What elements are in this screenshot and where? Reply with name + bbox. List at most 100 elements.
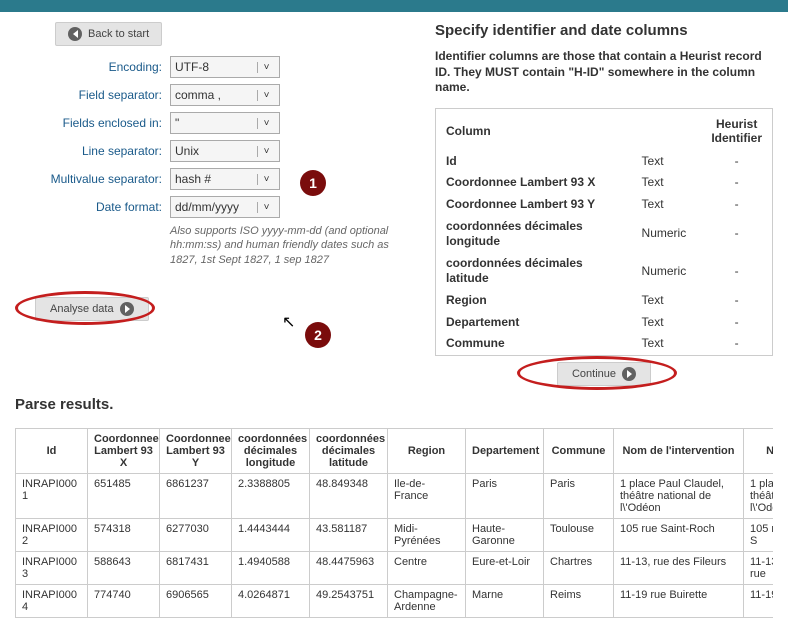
col-type: Text	[632, 312, 702, 334]
field-separator-select[interactable]: comma , ˅	[170, 84, 280, 106]
parse-header-cell: Coordonnee Lambert 93 X	[88, 428, 160, 473]
parse-cell: 105 rue S	[744, 518, 774, 551]
multivalue-separator-label: Multivalue separator:	[15, 172, 170, 186]
parse-results-table: IdCoordonnee Lambert 93 XCoordonnee Lamb…	[15, 428, 773, 618]
col-type: Numeric	[632, 216, 702, 253]
fields-enclosed-label: Fields enclosed in:	[15, 116, 170, 130]
encoding-select[interactable]: UTF-8 ˅	[170, 56, 280, 78]
annotation-marker-2: 2	[305, 322, 331, 348]
parse-cell: 11-13, rue des Fileurs	[614, 551, 744, 584]
encoding-label: Encoding:	[15, 60, 170, 74]
specify-columns-desc: Identifier columns are those that contai…	[435, 49, 773, 96]
parse-cell: Marne	[466, 584, 544, 617]
col-name: coordonnées décimales longitude	[436, 216, 632, 253]
continue-button[interactable]: Continue	[557, 362, 651, 386]
date-format-select[interactable]: dd/mm/yyyy ˅	[170, 196, 280, 218]
parse-header-cell: Region	[388, 428, 466, 473]
fields-enclosed-select[interactable]: " ˅	[170, 112, 280, 134]
line-separator-select[interactable]: Unix ˅	[170, 140, 280, 162]
parse-results-title: Parse results.	[15, 396, 773, 413]
parse-cell: 651485	[88, 473, 160, 518]
col-name: Departement	[436, 312, 632, 334]
field-separator-label: Field separator:	[15, 88, 170, 102]
parse-cell: 48.849348	[310, 473, 388, 518]
parse-header-cell: coordonnées décimales latitude	[310, 428, 388, 473]
col-type: Text	[632, 194, 702, 216]
parse-header-cell: Commune	[544, 428, 614, 473]
parse-cell: 105 rue Saint-Roch	[614, 518, 744, 551]
parse-cell: INRAPI0001	[16, 473, 88, 518]
parse-cell: INRAPI0003	[16, 551, 88, 584]
column-type-row: coordonnées décimales latitudeNumeric-	[436, 253, 772, 290]
chevron-down-icon: ˅	[257, 118, 275, 129]
parse-row: INRAPI000165148568612372.338880548.84934…	[16, 473, 774, 518]
parse-header-cell: No	[744, 428, 774, 473]
forward-arrow-icon	[622, 367, 636, 381]
col-name: coordonnées décimales latitude	[436, 253, 632, 290]
specify-columns-title: Specify identifier and date columns	[435, 22, 773, 39]
parse-cell: 6277030	[160, 518, 232, 551]
parse-cell: 1 place Paul Claudel, théâtre national d…	[614, 473, 744, 518]
parse-header-cell: Departement	[466, 428, 544, 473]
line-separator-label: Line separator:	[15, 144, 170, 158]
continue-label: Continue	[572, 368, 616, 380]
heurist-id-header: Heurist Identifier	[701, 109, 772, 151]
parse-row: INRAPI000358864368174311.494058848.44759…	[16, 551, 774, 584]
parse-cell: 11-19 rue Buirette	[614, 584, 744, 617]
col-hid: -	[701, 333, 772, 355]
parse-cell: 2.3388805	[232, 473, 310, 518]
parse-cell: 6861237	[160, 473, 232, 518]
column-header: Column	[436, 109, 632, 151]
annotation-marker-1: 1	[300, 170, 326, 196]
chevron-down-icon: ˅	[257, 202, 275, 213]
parse-cell: Haute-Garonne	[466, 518, 544, 551]
parse-cell: 774740	[88, 584, 160, 617]
analyse-data-button[interactable]: Analyse data	[35, 297, 149, 321]
chevron-down-icon: ˅	[257, 146, 275, 157]
column-type-row: Coordonnee Lambert 93 XText-	[436, 172, 772, 194]
analyse-label: Analyse data	[50, 303, 114, 315]
parse-cell: 48.4475963	[310, 551, 388, 584]
parse-cell: 1.4443444	[232, 518, 310, 551]
parse-cell: Toulouse	[544, 518, 614, 551]
col-name: Coordonnee Lambert 93 Y	[436, 194, 632, 216]
back-label: Back to start	[88, 28, 149, 40]
column-type-row: IdText-	[436, 151, 772, 173]
multivalue-separator-select[interactable]: hash # ˅	[170, 168, 280, 190]
parse-cell: 574318	[88, 518, 160, 551]
col-type: Text	[632, 172, 702, 194]
parse-cell: 43.581187	[310, 518, 388, 551]
col-hid: -	[701, 172, 772, 194]
parse-cell: 1 place P théâtre n l\'Odéon	[744, 473, 774, 518]
col-name: Commune	[436, 333, 632, 355]
parse-cell: 11-19 rue	[744, 584, 774, 617]
parse-cell: 6906565	[160, 584, 232, 617]
column-type-row: coordonnées décimales longitudeNumeric-	[436, 216, 772, 253]
parse-header-cell: Id	[16, 428, 88, 473]
parse-cell: 49.2543751	[310, 584, 388, 617]
parse-cell: 1.4940588	[232, 551, 310, 584]
date-format-label: Date format:	[15, 200, 170, 214]
parse-cell: 6817431	[160, 551, 232, 584]
col-hid: -	[701, 194, 772, 216]
parse-header-cell: Coordonnee Lambert 93 Y	[160, 428, 232, 473]
date-format-note: Also supports ISO yyyy-mm-dd (and option…	[170, 224, 400, 267]
col-name: Coordonnee Lambert 93 X	[436, 172, 632, 194]
column-type-row: Coordonnee Lambert 93 YText-	[436, 194, 772, 216]
back-to-start-button[interactable]: Back to start	[55, 22, 162, 46]
parse-header-cell: Nom de l'intervention	[614, 428, 744, 473]
col-name: Region	[436, 290, 632, 312]
parse-row: INRAPI000257431862770301.444344443.58118…	[16, 518, 774, 551]
parse-cell: Eure-et-Loir	[466, 551, 544, 584]
col-hid: -	[701, 151, 772, 173]
parse-cell: INRAPI0004	[16, 584, 88, 617]
col-type: Text	[632, 151, 702, 173]
parse-cell: Centre	[388, 551, 466, 584]
cursor-icon: ↖	[282, 312, 295, 332]
parse-cell: Champagne-Ardenne	[388, 584, 466, 617]
parse-cell: 4.0264871	[232, 584, 310, 617]
col-type: Text	[632, 290, 702, 312]
column-type-row: RegionText-	[436, 290, 772, 312]
column-types-table: Column Heurist Identifier IdText-Coordon…	[436, 109, 772, 355]
parse-cell: Paris	[466, 473, 544, 518]
